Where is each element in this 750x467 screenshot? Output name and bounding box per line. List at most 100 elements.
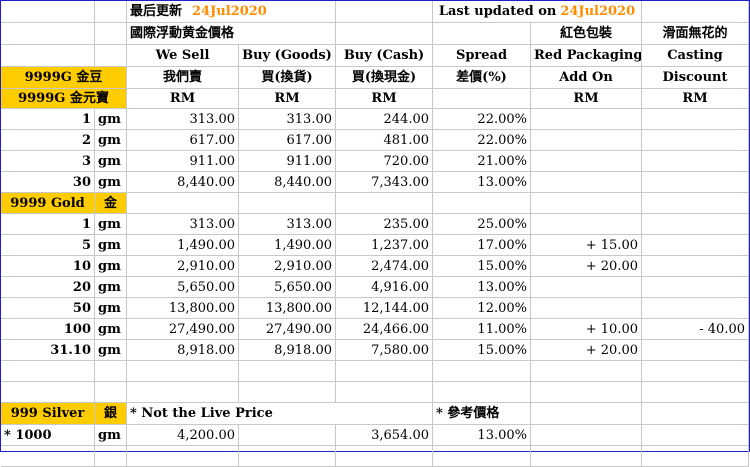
buy-cash-cell: 2,474.00 bbox=[336, 256, 433, 277]
add-on-cell: + 20.00 bbox=[531, 340, 642, 361]
section-9999g-ingot: 9999G 金元寶 bbox=[1, 89, 127, 109]
spread-cell: 21.00% bbox=[433, 151, 531, 172]
spread-cell: 17.00% bbox=[433, 235, 531, 256]
buy-cash-cell: 7,343.00 bbox=[336, 172, 433, 193]
cell bbox=[642, 193, 749, 214]
cell bbox=[433, 382, 531, 403]
unit-cell: gm bbox=[95, 235, 127, 256]
add-on-cell bbox=[531, 425, 642, 446]
spread-cell: 13.00% bbox=[433, 425, 531, 446]
cell bbox=[1, 1, 95, 23]
discount-cell bbox=[642, 109, 749, 130]
discount-cell bbox=[642, 298, 749, 319]
currency-label: RM bbox=[336, 89, 433, 109]
last-update-cn: 最后更新 24Jul2020 bbox=[127, 1, 336, 23]
unit-cell: gm bbox=[95, 298, 127, 319]
add-on-cell bbox=[531, 172, 642, 193]
cell bbox=[95, 382, 127, 403]
section-9999-gold: 9999 Gold bbox=[1, 193, 95, 214]
col-buy-cash: Buy (Cash) bbox=[336, 45, 433, 67]
cell bbox=[239, 446, 336, 467]
cell bbox=[127, 446, 239, 467]
section-9999g-bean: 9999G 金豆 bbox=[1, 67, 127, 89]
we-sell-cell: 8,440.00 bbox=[127, 172, 239, 193]
buy-cash-cell: 235.00 bbox=[336, 214, 433, 235]
cell bbox=[433, 23, 531, 45]
qty-cell: * 1000 bbox=[1, 425, 95, 446]
unit-cell: gm bbox=[95, 425, 127, 446]
we-sell-cell: 13,800.00 bbox=[127, 298, 239, 319]
red-packaging-cn: 紅色包裝 bbox=[531, 23, 642, 45]
qty-cell: 20 bbox=[1, 277, 95, 298]
discount-cell bbox=[642, 235, 749, 256]
cell bbox=[336, 446, 433, 467]
we-sell-cell: 8,918.00 bbox=[127, 340, 239, 361]
buy-goods-cell: 617.00 bbox=[239, 130, 336, 151]
currency-label: RM bbox=[239, 89, 336, 109]
qty-cell: 100 bbox=[1, 319, 95, 340]
spread-cell: 12.00% bbox=[433, 298, 531, 319]
qty-cell: 31.10 bbox=[1, 340, 95, 361]
buy-cash-cell: 4,916.00 bbox=[336, 277, 433, 298]
add-on-cell bbox=[531, 109, 642, 130]
cell bbox=[433, 193, 531, 214]
update-date-en: 24Jul2020 bbox=[560, 4, 636, 19]
cell bbox=[531, 403, 642, 425]
subtitle-cn: 國際浮動黄金價格 bbox=[127, 23, 336, 45]
buy-goods-cell: 313.00 bbox=[239, 109, 336, 130]
cell bbox=[127, 382, 239, 403]
buy-goods-cell: 911.00 bbox=[239, 151, 336, 172]
spread-cell: 15.00% bbox=[433, 340, 531, 361]
cell bbox=[336, 361, 433, 382]
last-update-cn-label: 最后更新 bbox=[130, 4, 183, 19]
casting-cn: 滑面無花的 bbox=[642, 23, 749, 45]
reference-price-note: * 參考價格 bbox=[433, 403, 531, 425]
buy-cash-cell: 3,654.00 bbox=[336, 425, 433, 446]
cell bbox=[1, 45, 95, 67]
currency-label: RM bbox=[642, 89, 749, 109]
add-on-cell: + 10.00 bbox=[531, 319, 642, 340]
qty-cell: 10 bbox=[1, 256, 95, 277]
buy-cash-cell: 12,144.00 bbox=[336, 298, 433, 319]
col-spread: Spread bbox=[433, 45, 531, 67]
spread-cell: 11.00% bbox=[433, 319, 531, 340]
section-silver: 999 Silver bbox=[1, 403, 95, 425]
last-updated-en: Last updated on 24Jul2020 bbox=[433, 1, 642, 23]
qty-cell: 3 bbox=[1, 151, 95, 172]
qty-cell: 1 bbox=[1, 109, 95, 130]
spread-cell: 15.00% bbox=[433, 256, 531, 277]
cell bbox=[336, 193, 433, 214]
cell bbox=[433, 89, 531, 109]
we-sell-cell: 313.00 bbox=[127, 214, 239, 235]
cell bbox=[531, 446, 642, 467]
we-sell-cell: 4,200.00 bbox=[127, 425, 239, 446]
col-buy-goods-cn: 買(換貨) bbox=[239, 67, 336, 89]
buy-goods-cell: 8,440.00 bbox=[239, 172, 336, 193]
cell bbox=[95, 23, 127, 45]
cell bbox=[127, 361, 239, 382]
qty-cell: 2 bbox=[1, 130, 95, 151]
cell bbox=[95, 1, 127, 23]
we-sell-cell: 1,490.00 bbox=[127, 235, 239, 256]
we-sell-cell: 617.00 bbox=[127, 130, 239, 151]
buy-cash-cell: 720.00 bbox=[336, 151, 433, 172]
cell bbox=[642, 361, 749, 382]
spread-cell: 22.00% bbox=[433, 130, 531, 151]
col-casting: Casting bbox=[642, 45, 749, 67]
we-sell-cell: 313.00 bbox=[127, 109, 239, 130]
cell bbox=[336, 23, 433, 45]
cell bbox=[642, 1, 749, 23]
cell bbox=[531, 193, 642, 214]
price-sheet: 最后更新 24Jul2020 Last updated on 24Jul2020 國際浮… bbox=[0, 0, 750, 467]
discount-cell bbox=[642, 277, 749, 298]
we-sell-cell: 5,650.00 bbox=[127, 277, 239, 298]
cell bbox=[1, 382, 95, 403]
we-sell-cell: 2,910.00 bbox=[127, 256, 239, 277]
add-on-cell bbox=[531, 130, 642, 151]
buy-goods-cell: 2,910.00 bbox=[239, 256, 336, 277]
cell bbox=[95, 45, 127, 67]
add-on-cell bbox=[531, 214, 642, 235]
buy-cash-cell: 7,580.00 bbox=[336, 340, 433, 361]
we-sell-cell: 911.00 bbox=[127, 151, 239, 172]
qty-cell: 5 bbox=[1, 235, 95, 256]
